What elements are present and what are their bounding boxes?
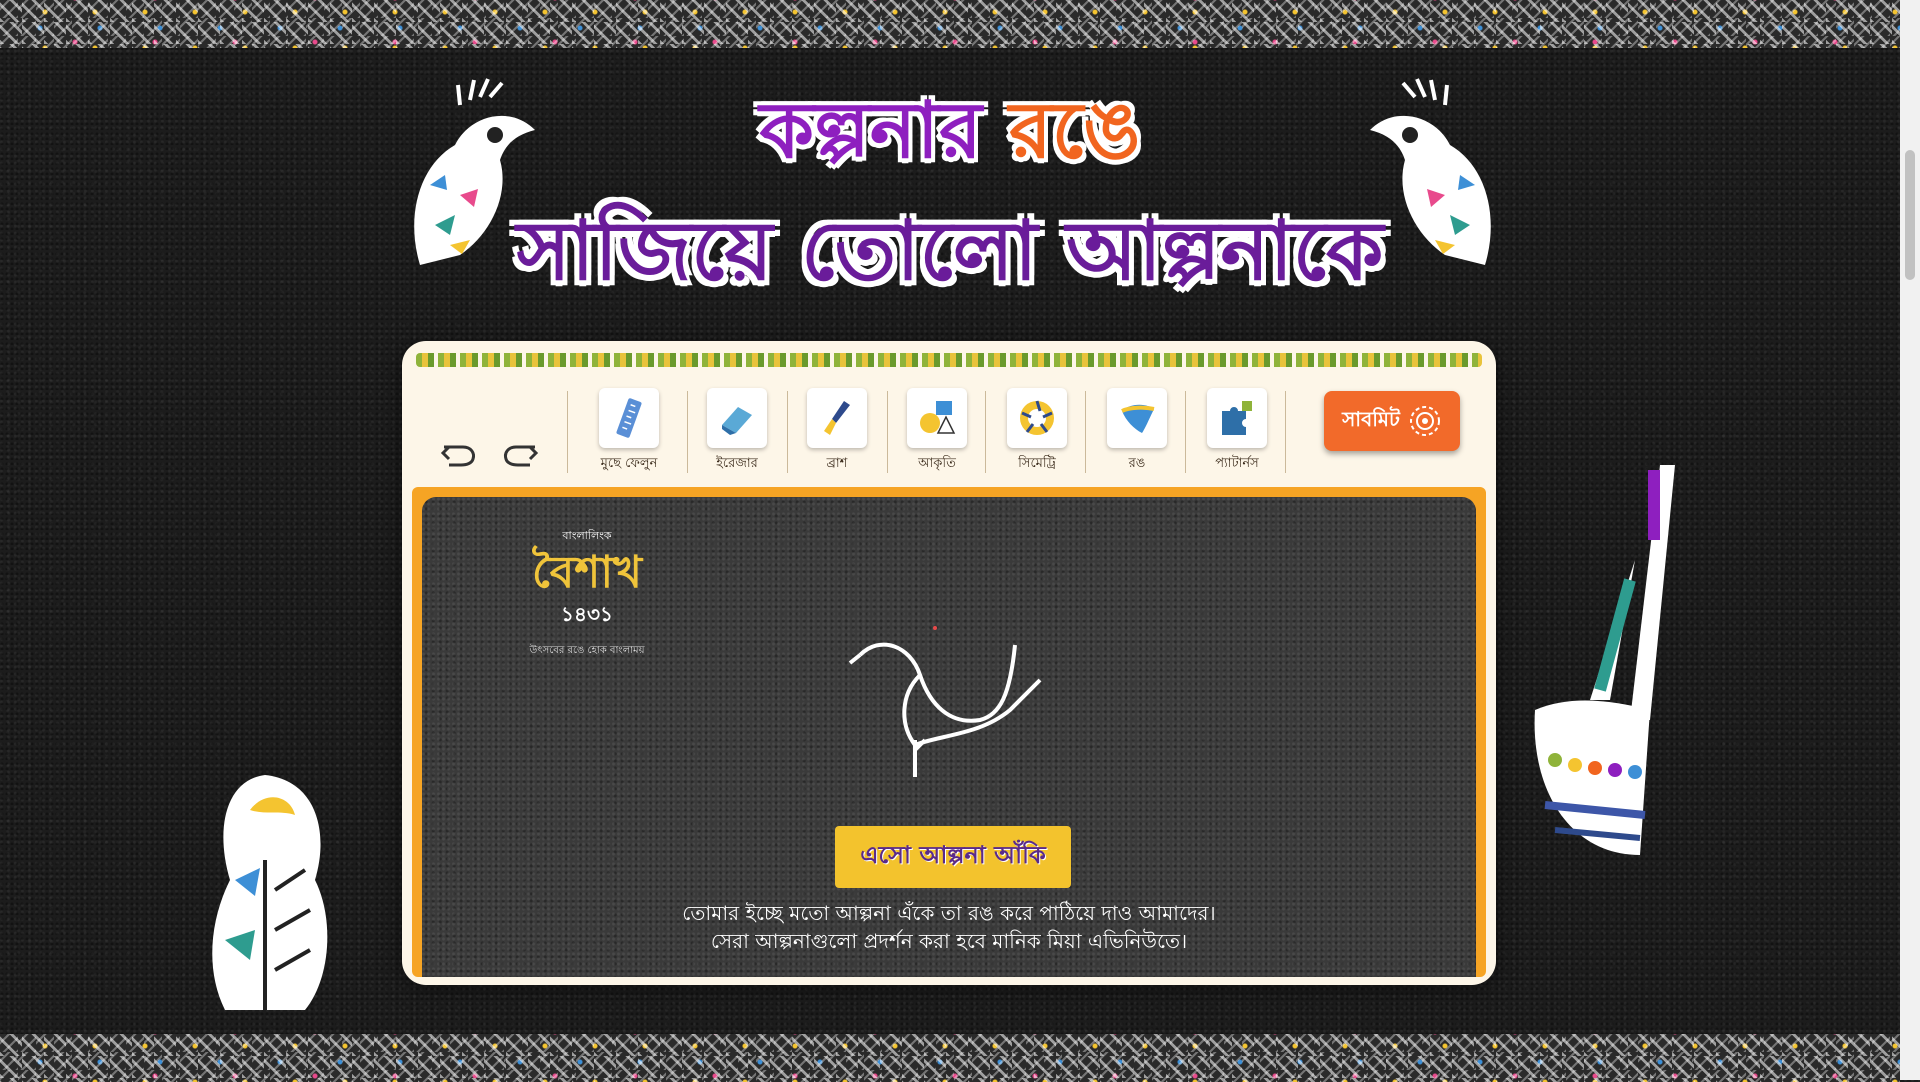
- scrollbar[interactable]: [1900, 0, 1920, 1080]
- title-word-2: রঙে: [1009, 86, 1141, 176]
- title-word-1: কল্পনার: [759, 86, 982, 176]
- symmetry-icon: [1007, 388, 1067, 448]
- toolbar: মুছে ফেলুন ইরেজার ব্রাশ আকৃতি সিমেট্রি র…: [402, 381, 1496, 481]
- bird-outline-icon: [848, 626, 1042, 777]
- description: তোমার ইচ্ছে মতো আল্পনা এঁকে তা রঙ করে পা…: [422, 899, 1476, 955]
- toolbar-divider: [787, 391, 788, 473]
- eraser-icon: [707, 388, 767, 448]
- tool-color[interactable]: রঙ: [1092, 381, 1182, 481]
- tool-eraser[interactable]: ইরেজার: [692, 381, 782, 481]
- tool-label: মুছে ফেলুন: [600, 456, 658, 471]
- scroll-thumb[interactable]: [1905, 150, 1915, 280]
- tool-label: সিমেট্রি: [1018, 456, 1056, 471]
- right-bird-decoration: [1370, 78, 1491, 265]
- tool-label: আকৃতি: [918, 456, 956, 471]
- description-line2: সেরা আল্পনাগুলো প্রদর্শন করা হবে মানিক ম…: [710, 929, 1188, 953]
- redo-icon[interactable]: [500, 433, 540, 473]
- tool-shapes[interactable]: আকৃতি: [892, 381, 982, 481]
- undo-icon[interactable]: [439, 433, 479, 473]
- page-title-line1: কল্পনার রঙে: [0, 70, 1900, 200]
- tool-label: ব্রাশ: [826, 456, 848, 471]
- drawing-canvas[interactable]: বাংলালিংক বৈশাখ ১৪৩১ উৎসবের রঙে হোক বাংল…: [422, 497, 1476, 977]
- logo-year: ১৪৩১: [561, 602, 613, 626]
- tool-label: প্যাটার্নস: [1215, 456, 1259, 471]
- tool-clear[interactable]: মুছে ফেলুন: [584, 381, 674, 481]
- canvas-frame: বাংলালিংক বৈশাখ ১৪৩১ উৎসবের রঙে হোক বাংল…: [412, 487, 1486, 977]
- spiral-icon: [1409, 406, 1440, 436]
- left-bird-decoration: [414, 78, 535, 265]
- tool-label: ইরেজার: [716, 456, 758, 471]
- page-title-line2: সাজিয়ে তোলো আল্পনাকে: [516, 204, 1384, 299]
- brush-icon: [807, 388, 867, 448]
- shapes-icon: [907, 388, 967, 448]
- tool-patterns[interactable]: প্যাটার্নস: [1192, 381, 1282, 481]
- top-decorative-border: [0, 0, 1900, 48]
- toolbar-divider: [567, 391, 568, 473]
- toolbar-divider: [1285, 391, 1286, 473]
- submit-button[interactable]: সাবমিট: [1324, 391, 1460, 451]
- event-logo: বাংলালিংক বৈশাখ ১৪৩১ উৎসবের রঙে হোক বাংল…: [517, 527, 657, 697]
- color-icon: [1107, 388, 1167, 448]
- tool-brush[interactable]: ব্রাশ: [792, 381, 882, 481]
- toolbar-divider: [1185, 391, 1186, 473]
- description-line1: তোমার ইচ্ছে মতো আল্পনা এঁকে তা রঙ করে পা…: [682, 901, 1216, 925]
- bottom-decorative-border: [0, 1034, 1900, 1082]
- logo-brand: বাংলালিংক: [562, 529, 612, 542]
- toolbar-divider: [985, 391, 986, 473]
- logo-tagline: উৎসবের রঙে হোক বাংলাময়: [529, 645, 645, 656]
- toolbar-divider: [1085, 391, 1086, 473]
- start-drawing-button[interactable]: এসো আল্পনা আঁকি: [835, 826, 1071, 888]
- ruler-icon: [599, 388, 659, 448]
- drawing-panel: মুছে ফেলুন ইরেজার ব্রাশ আকৃতি সিমেট্রি র…: [402, 341, 1496, 985]
- submit-label: সাবমিট: [1342, 406, 1400, 431]
- panel-decorative-strip: [416, 353, 1482, 367]
- tool-label: রঙ: [1128, 456, 1146, 471]
- ektara-decoration: [1534, 465, 1675, 855]
- toolbar-divider: [687, 391, 688, 473]
- feather-decoration: [212, 775, 328, 1010]
- tool-symmetry[interactable]: সিমেট্রি: [992, 381, 1082, 481]
- logo-title: বৈশাখ: [532, 547, 642, 598]
- toolbar-divider: [887, 391, 888, 473]
- puzzle-icon: [1207, 388, 1267, 448]
